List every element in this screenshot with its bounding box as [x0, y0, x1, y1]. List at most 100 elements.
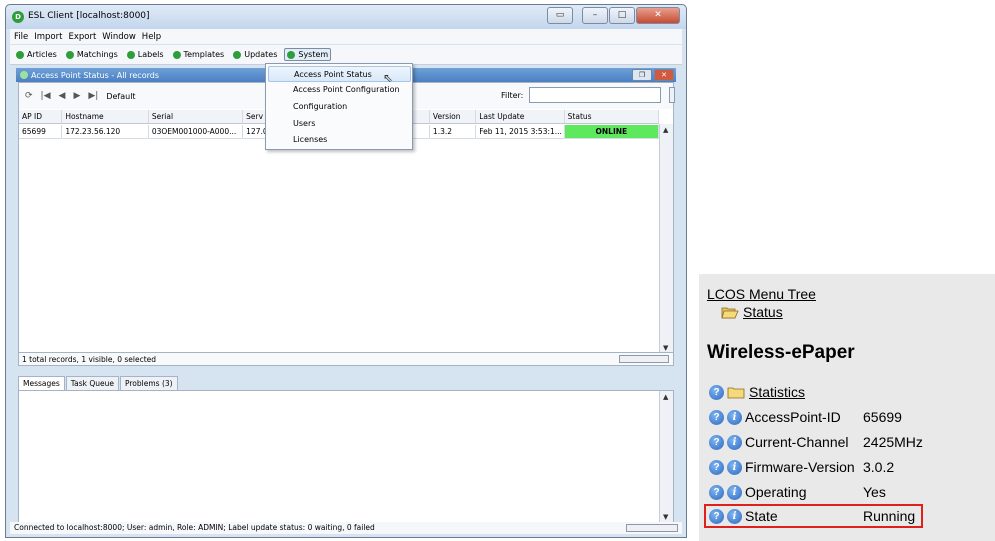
menu-help[interactable]: Help: [142, 32, 161, 42]
tab-task-queue[interactable]: Task Queue: [65, 376, 119, 390]
cell-serial: 03OEM001000-A000...: [148, 125, 244, 139]
lcos-row: ? i AccessPoint-ID 65699: [709, 408, 902, 426]
lcos-status-link[interactable]: Status: [743, 304, 783, 320]
bottom-tabs: Messages Task Queue Problems (3): [18, 376, 179, 390]
row-name: Firmware-Version: [745, 459, 855, 475]
col-ap-id[interactable]: AP ID: [19, 110, 63, 123]
help-icon[interactable]: ?: [709, 409, 724, 425]
main-toolbar: Articles Matchings Labels Templates Upda…: [10, 45, 682, 65]
filter-dropdown[interactable]: [669, 87, 675, 103]
tab-messages[interactable]: Messages: [18, 376, 65, 390]
title-bar: D ESL Client [localhost:8000] ▭ – □ ✕: [6, 5, 686, 29]
info-icon[interactable]: i: [727, 459, 742, 475]
folder-icon: [727, 386, 745, 399]
help-icon[interactable]: ?: [709, 434, 724, 450]
table-scrollbar[interactable]: ▲ ▼: [659, 124, 673, 354]
row-value: 2425MHz: [863, 434, 923, 450]
row-value: 65699: [863, 409, 902, 425]
window-controls: ▭ – □ ✕: [546, 7, 680, 24]
frame-restore-icon[interactable]: ❐: [632, 69, 652, 81]
menu-item-licenses[interactable]: Licenses: [293, 135, 327, 144]
statistics-link[interactable]: Statistics: [749, 384, 805, 400]
statistics-row: ? Statistics: [709, 383, 805, 401]
scroll-up-icon[interactable]: ▲: [663, 393, 668, 401]
status-link-row: Status: [721, 304, 783, 320]
help-icon[interactable]: ?: [709, 384, 724, 400]
cell-status: ONLINE: [564, 125, 660, 139]
col-hostname[interactable]: Hostname: [62, 110, 149, 123]
green-dot-icon: [16, 50, 24, 59]
menu-item-users[interactable]: Users: [293, 119, 315, 128]
row-value: 3.0.2: [863, 459, 895, 475]
info-icon[interactable]: i: [727, 434, 742, 450]
toolbar-matchings[interactable]: Matchings: [64, 49, 120, 60]
green-dot-icon: [65, 50, 74, 59]
green-dot-icon: [126, 50, 135, 59]
lcos-row: ? i Firmware-Version 3.0.2: [709, 458, 894, 476]
maximize-icon[interactable]: □: [609, 7, 635, 24]
messages-scrollbar[interactable]: ▲ ▼: [659, 391, 673, 523]
col-serial[interactable]: Serial: [149, 110, 244, 123]
close-icon[interactable]: ✕: [636, 7, 680, 24]
panel-status-text: 1 total records, 1 visible, 0 selected: [19, 352, 673, 365]
col-status[interactable]: Status: [565, 110, 660, 123]
filter-label: Filter:: [501, 91, 524, 100]
green-dot-icon: [233, 50, 242, 59]
row-name: AccessPoint-ID: [745, 409, 841, 425]
highlight-box: [704, 504, 923, 528]
row-name: Current-Channel: [745, 434, 849, 450]
last-record-icon[interactable]: ▶|: [88, 91, 98, 101]
app-icon: D: [12, 11, 24, 23]
lcos-panel: LCOS Menu Tree Status Wireless-ePaper ? …: [699, 274, 995, 541]
status-bar: Connected to localhost:8000; User: admin…: [10, 522, 682, 534]
info-icon[interactable]: i: [727, 409, 742, 425]
frame-controls: ❐ ✕: [630, 69, 674, 81]
cell-last-update: Feb 11, 2015 3:53:1...: [476, 125, 565, 139]
cell-hostname: 172.23.56.120: [62, 125, 149, 139]
scroll-down-icon[interactable]: ▼: [663, 344, 668, 352]
lcos-menu-tree-link[interactable]: LCOS Menu Tree: [707, 286, 816, 302]
col-last-update[interactable]: Last Update: [476, 110, 565, 123]
toolbar-labels[interactable]: Labels: [125, 49, 166, 60]
tab-problems[interactable]: Problems (3): [120, 376, 178, 390]
panel-progress-bar: [619, 355, 669, 363]
menu-export[interactable]: Export: [68, 32, 96, 42]
frame-dot-icon: [20, 71, 28, 79]
first-record-icon[interactable]: |◀: [41, 91, 51, 101]
scroll-down-icon[interactable]: ▼: [663, 513, 668, 521]
toolbar-templates[interactable]: Templates: [171, 49, 227, 60]
help-icon[interactable]: ?: [709, 484, 724, 500]
mouse-cursor-icon: ⇖: [383, 71, 394, 85]
refresh-icon[interactable]: ⟳: [25, 91, 33, 101]
row-value: Yes: [863, 484, 886, 500]
toolbar-articles[interactable]: Articles: [14, 49, 59, 60]
open-folder-icon: [721, 306, 739, 319]
internal-frame-title: Access Point Status - All records: [31, 70, 159, 80]
lcos-row: ? i Current-Channel 2425MHz: [709, 433, 923, 451]
menu-import[interactable]: Import: [34, 32, 62, 42]
default-view-label[interactable]: Default: [106, 92, 135, 101]
help-icon[interactable]: ?: [709, 459, 724, 475]
page-title: Wireless-ePaper: [707, 342, 855, 363]
menu-file[interactable]: File: [14, 32, 28, 42]
info-icon[interactable]: i: [727, 484, 742, 500]
frame-close-icon[interactable]: ✕: [654, 69, 674, 81]
messages-panel: ▲ ▼: [18, 390, 674, 524]
restore-icon[interactable]: ▭: [547, 7, 573, 24]
menu-bar: File Import Export Window Help: [10, 29, 682, 44]
toolbar-system[interactable]: System: [284, 48, 332, 61]
scroll-up-icon[interactable]: ▲: [663, 126, 668, 134]
row-name: Operating: [745, 484, 807, 500]
lcos-row: ? i Operating Yes: [709, 483, 886, 501]
menu-item-configuration[interactable]: Configuration: [293, 102, 347, 111]
toolbar-updates[interactable]: Updates: [231, 49, 279, 60]
next-record-icon[interactable]: ▶: [73, 91, 80, 101]
cell-version: 1.3.2: [429, 125, 477, 139]
filter-input[interactable]: [529, 87, 661, 103]
menu-window[interactable]: Window: [102, 32, 136, 42]
col-version[interactable]: Version: [430, 110, 477, 123]
green-dot-icon: [172, 50, 181, 59]
minimize-icon[interactable]: –: [582, 7, 608, 24]
prev-record-icon[interactable]: ◀: [59, 91, 66, 101]
menu-item-access-point-configuration[interactable]: Access Point Configuration: [293, 85, 400, 94]
